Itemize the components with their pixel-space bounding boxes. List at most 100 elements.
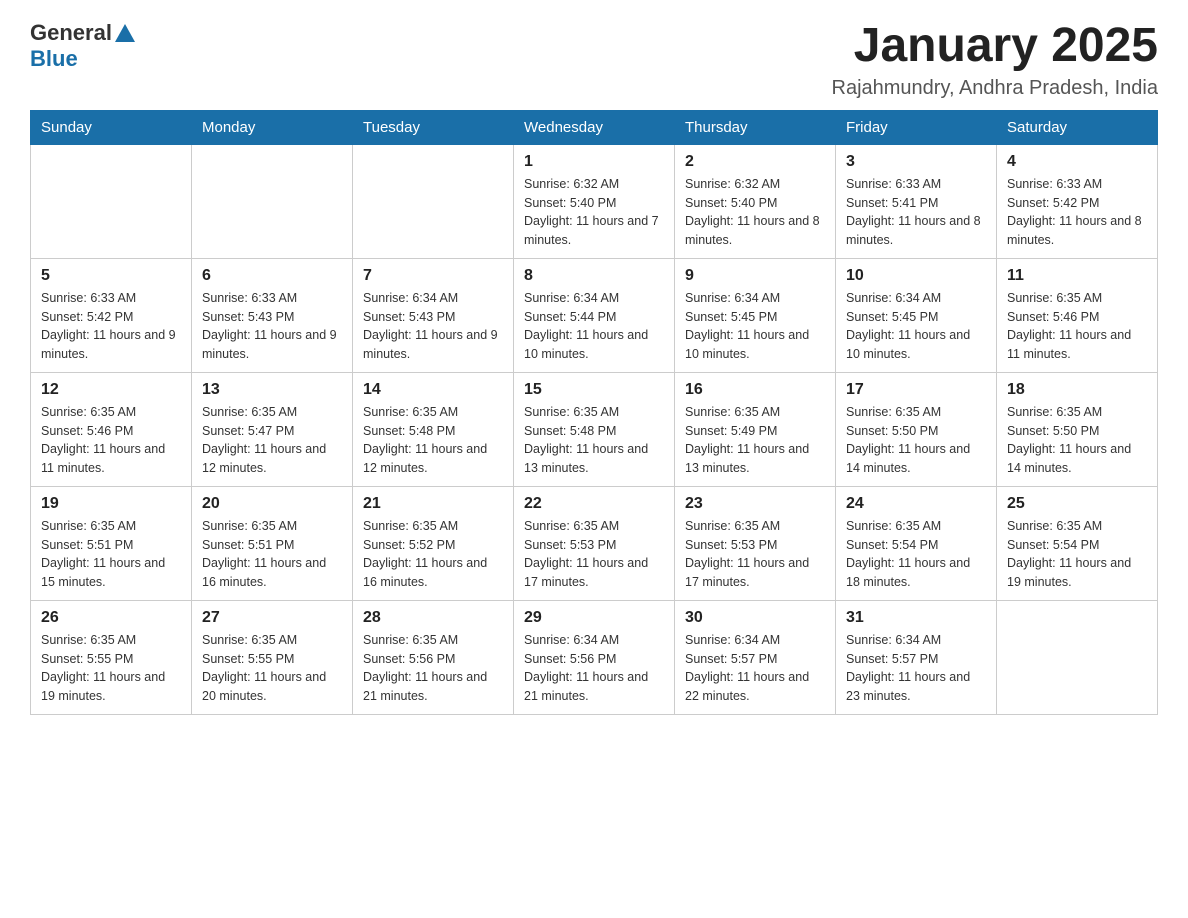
calendar-cell: 7 Sunrise: 6:34 AMSunset: 5:43 PMDaylight… bbox=[353, 258, 514, 372]
days-header-row: SundayMondayTuesdayWednesdayThursdayFrid… bbox=[31, 110, 1158, 144]
logo-general-text: General bbox=[30, 20, 112, 46]
day-of-week-header: Monday bbox=[192, 110, 353, 144]
calendar-cell: 5 Sunrise: 6:33 AMSunset: 5:42 PMDaylight… bbox=[31, 258, 192, 372]
calendar-cell bbox=[192, 144, 353, 258]
day-info: Sunrise: 6:33 AMSunset: 5:41 PMDaylight:… bbox=[846, 175, 986, 250]
day-info: Sunrise: 6:33 AMSunset: 5:43 PMDaylight:… bbox=[202, 289, 342, 364]
day-info: Sunrise: 6:35 AMSunset: 5:48 PMDaylight:… bbox=[524, 403, 664, 478]
calendar-cell: 22 Sunrise: 6:35 AMSunset: 5:53 PMDayligh… bbox=[514, 486, 675, 600]
day-number: 16 bbox=[685, 381, 825, 399]
calendar-cell bbox=[31, 144, 192, 258]
day-number: 23 bbox=[685, 495, 825, 513]
day-info: Sunrise: 6:34 AMSunset: 5:57 PMDaylight:… bbox=[685, 631, 825, 706]
day-info: Sunrise: 6:35 AMSunset: 5:52 PMDaylight:… bbox=[363, 517, 503, 592]
day-number: 31 bbox=[846, 609, 986, 627]
day-number: 20 bbox=[202, 495, 342, 513]
day-of-week-header: Sunday bbox=[31, 110, 192, 144]
day-number: 5 bbox=[41, 267, 181, 285]
day-number: 4 bbox=[1007, 153, 1147, 171]
day-number: 15 bbox=[524, 381, 664, 399]
calendar-cell: 14 Sunrise: 6:35 AMSunset: 5:48 PMDayligh… bbox=[353, 372, 514, 486]
week-row: 19 Sunrise: 6:35 AMSunset: 5:51 PMDayligh… bbox=[31, 486, 1158, 600]
calendar-subtitle: Rajahmundry, Andhra Pradesh, India bbox=[832, 77, 1159, 100]
day-info: Sunrise: 6:35 AMSunset: 5:46 PMDaylight:… bbox=[41, 403, 181, 478]
day-info: Sunrise: 6:35 AMSunset: 5:50 PMDaylight:… bbox=[846, 403, 986, 478]
day-info: Sunrise: 6:33 AMSunset: 5:42 PMDaylight:… bbox=[1007, 175, 1147, 250]
day-number: 10 bbox=[846, 267, 986, 285]
day-number: 27 bbox=[202, 609, 342, 627]
day-number: 7 bbox=[363, 267, 503, 285]
calendar-cell: 15 Sunrise: 6:35 AMSunset: 5:48 PMDayligh… bbox=[514, 372, 675, 486]
day-info: Sunrise: 6:35 AMSunset: 5:47 PMDaylight:… bbox=[202, 403, 342, 478]
calendar-cell: 26 Sunrise: 6:35 AMSunset: 5:55 PMDayligh… bbox=[31, 600, 192, 714]
logo: General Blue bbox=[30, 20, 135, 72]
calendar-cell bbox=[997, 600, 1158, 714]
calendar-cell: 28 Sunrise: 6:35 AMSunset: 5:56 PMDayligh… bbox=[353, 600, 514, 714]
calendar-cell: 25 Sunrise: 6:35 AMSunset: 5:54 PMDayligh… bbox=[997, 486, 1158, 600]
calendar-cell: 30 Sunrise: 6:34 AMSunset: 5:57 PMDayligh… bbox=[675, 600, 836, 714]
day-info: Sunrise: 6:35 AMSunset: 5:51 PMDaylight:… bbox=[202, 517, 342, 592]
day-info: Sunrise: 6:35 AMSunset: 5:50 PMDaylight:… bbox=[1007, 403, 1147, 478]
day-info: Sunrise: 6:35 AMSunset: 5:46 PMDaylight:… bbox=[1007, 289, 1147, 364]
calendar-cell: 11 Sunrise: 6:35 AMSunset: 5:46 PMDayligh… bbox=[997, 258, 1158, 372]
logo-triangle-icon bbox=[115, 24, 135, 42]
day-info: Sunrise: 6:35 AMSunset: 5:53 PMDaylight:… bbox=[524, 517, 664, 592]
logo-blue-text: Blue bbox=[30, 46, 78, 71]
week-row: 5 Sunrise: 6:33 AMSunset: 5:42 PMDaylight… bbox=[31, 258, 1158, 372]
day-info: Sunrise: 6:32 AMSunset: 5:40 PMDaylight:… bbox=[685, 175, 825, 250]
day-info: Sunrise: 6:35 AMSunset: 5:49 PMDaylight:… bbox=[685, 403, 825, 478]
calendar-cell: 3Sunrise: 6:33 AMSunset: 5:41 PMDaylight… bbox=[836, 144, 997, 258]
day-number: 17 bbox=[846, 381, 986, 399]
calendar-cell: 9 Sunrise: 6:34 AMSunset: 5:45 PMDaylight… bbox=[675, 258, 836, 372]
day-info: Sunrise: 6:34 AMSunset: 5:43 PMDaylight:… bbox=[363, 289, 503, 364]
day-info: Sunrise: 6:33 AMSunset: 5:42 PMDaylight:… bbox=[41, 289, 181, 364]
day-number: 19 bbox=[41, 495, 181, 513]
day-info: Sunrise: 6:34 AMSunset: 5:45 PMDaylight:… bbox=[846, 289, 986, 364]
day-number: 28 bbox=[363, 609, 503, 627]
calendar-cell: 16 Sunrise: 6:35 AMSunset: 5:49 PMDayligh… bbox=[675, 372, 836, 486]
day-of-week-header: Thursday bbox=[675, 110, 836, 144]
day-number: 21 bbox=[363, 495, 503, 513]
day-number: 8 bbox=[524, 267, 664, 285]
day-number: 25 bbox=[1007, 495, 1147, 513]
calendar-cell: 31Sunrise: 6:34 AMSunset: 5:57 PMDayligh… bbox=[836, 600, 997, 714]
day-number: 11 bbox=[1007, 267, 1147, 285]
day-of-week-header: Wednesday bbox=[514, 110, 675, 144]
day-number: 30 bbox=[685, 609, 825, 627]
calendar-cell: 1Sunrise: 6:32 AMSunset: 5:40 PMDaylight… bbox=[514, 144, 675, 258]
day-info: Sunrise: 6:35 AMSunset: 5:51 PMDaylight:… bbox=[41, 517, 181, 592]
day-number: 1 bbox=[524, 153, 664, 171]
calendar-cell: 27Sunrise: 6:35 AMSunset: 5:55 PMDayligh… bbox=[192, 600, 353, 714]
calendar-cell: 6Sunrise: 6:33 AMSunset: 5:43 PMDaylight… bbox=[192, 258, 353, 372]
day-info: Sunrise: 6:35 AMSunset: 5:56 PMDaylight:… bbox=[363, 631, 503, 706]
day-info: Sunrise: 6:35 AMSunset: 5:55 PMDaylight:… bbox=[41, 631, 181, 706]
calendar-cell: 18 Sunrise: 6:35 AMSunset: 5:50 PMDayligh… bbox=[997, 372, 1158, 486]
calendar-cell: 13 Sunrise: 6:35 AMSunset: 5:47 PMDayligh… bbox=[192, 372, 353, 486]
day-number: 12 bbox=[41, 381, 181, 399]
week-row: 1 Sunrise: 6:32 AMSunset: 5:40 PMDaylight… bbox=[31, 144, 1158, 258]
calendar-cell: 4 Sunrise: 6:33 AMSunset: 5:42 PMDaylight… bbox=[997, 144, 1158, 258]
day-number: 22 bbox=[524, 495, 664, 513]
title-section: January 2025 Rajahmundry, Andhra Pradesh… bbox=[832, 20, 1159, 100]
day-number: 9 bbox=[685, 267, 825, 285]
day-number: 18 bbox=[1007, 381, 1147, 399]
day-number: 26 bbox=[41, 609, 181, 627]
page-header: General Blue January 2025 Rajahmundry, A… bbox=[30, 20, 1158, 100]
day-number: 24 bbox=[846, 495, 986, 513]
day-number: 13 bbox=[202, 381, 342, 399]
calendar-cell: 29Sunrise: 6:34 AMSunset: 5:56 PMDayligh… bbox=[514, 600, 675, 714]
calendar-cell: 24Sunrise: 6:35 AMSunset: 5:54 PMDayligh… bbox=[836, 486, 997, 600]
calendar-cell: 19 Sunrise: 6:35 AMSunset: 5:51 PMDayligh… bbox=[31, 486, 192, 600]
day-number: 14 bbox=[363, 381, 503, 399]
day-info: Sunrise: 6:35 AMSunset: 5:54 PMDaylight:… bbox=[1007, 517, 1147, 592]
calendar-cell: 2 Sunrise: 6:32 AMSunset: 5:40 PMDaylight… bbox=[675, 144, 836, 258]
day-number: 29 bbox=[524, 609, 664, 627]
day-info: Sunrise: 6:34 AMSunset: 5:45 PMDaylight:… bbox=[685, 289, 825, 364]
day-of-week-header: Tuesday bbox=[353, 110, 514, 144]
day-of-week-header: Friday bbox=[836, 110, 997, 144]
calendar-cell: 10 Sunrise: 6:34 AMSunset: 5:45 PMDayligh… bbox=[836, 258, 997, 372]
day-number: 2 bbox=[685, 153, 825, 171]
week-row: 26 Sunrise: 6:35 AMSunset: 5:55 PMDayligh… bbox=[31, 600, 1158, 714]
day-info: Sunrise: 6:35 AMSunset: 5:48 PMDaylight:… bbox=[363, 403, 503, 478]
calendar-cell: 23Sunrise: 6:35 AMSunset: 5:53 PMDayligh… bbox=[675, 486, 836, 600]
